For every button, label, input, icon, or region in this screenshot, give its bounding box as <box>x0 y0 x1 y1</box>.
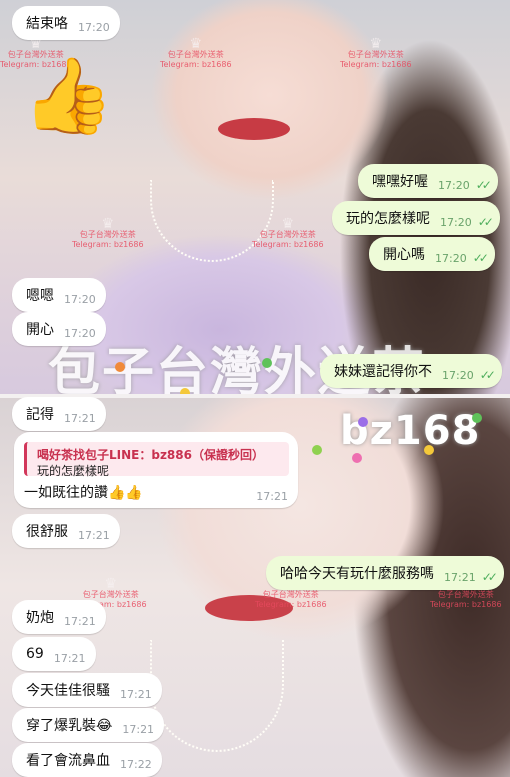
message-bubble-in[interactable]: 穿了爆乳裝😂 17:21 <box>12 708 165 742</box>
message-bubble-in[interactable]: 嗯嗯 17:20 <box>12 278 106 312</box>
message-bubble-out[interactable]: 妹妹還記得你不 17:20 ✓✓ <box>320 354 502 388</box>
double-check-icon: ✓✓ <box>477 215 494 229</box>
thumbs-up-sticker[interactable]: 👍 <box>22 50 114 142</box>
quoted-author: 喝好茶找包子LINE：bz886（保證秒回） <box>37 448 264 462</box>
double-check-icon: ✓✓ <box>475 178 492 192</box>
watermark-handle: bz168 <box>340 408 481 454</box>
message-bubble-out[interactable]: 嘿嘿好喔 17:20 ✓✓ <box>358 164 498 198</box>
message-bubble-in[interactable]: 69 17:21 <box>12 637 96 671</box>
message-bubble-out[interactable]: 開心嗎 17:20 ✓✓ <box>369 237 495 271</box>
decor-dot <box>352 453 362 463</box>
watermark-stamp: ♛包子台灣外送茶Telegram: bz1686 <box>72 216 144 249</box>
reply-text: 一如既往的讚👍👍 <box>24 485 143 501</box>
decor-dot <box>424 445 434 455</box>
message-bubble-out[interactable]: 哈哈今天有玩什麼服務嗎 17:21 ✓✓ <box>266 556 504 590</box>
photo-detail <box>218 118 290 140</box>
watermark-stamp: ♛包子台灣外送茶Telegram: bz1686 <box>252 216 324 249</box>
quoted-message[interactable]: 喝好茶找包子LINE：bz886（保證秒回） 玩的怎麼樣呢 <box>24 442 289 478</box>
message-bubble-in[interactable]: 奶炮 17:21 <box>12 600 106 634</box>
message-bubble-in[interactable]: 很舒服 17:21 <box>12 514 120 548</box>
watermark-stamp: ♛包子台灣外送茶Telegram: bz1686 <box>160 36 232 69</box>
double-check-icon: ✓✓ <box>481 570 498 584</box>
decor-dot <box>358 417 368 427</box>
quoted-text: 玩的怎麼樣呢 <box>37 464 110 478</box>
double-check-icon: ✓✓ <box>472 251 489 265</box>
message-bubble-in[interactable]: 開心 17:20 <box>12 312 106 346</box>
double-check-icon: ✓✓ <box>479 368 496 382</box>
message-bubble-out[interactable]: 玩的怎麼樣呢 17:20 ✓✓ <box>332 201 500 235</box>
decor-dot <box>115 362 125 372</box>
message-bubble-in[interactable]: 結束咯 17:20 <box>12 6 120 40</box>
decor-dot <box>262 358 272 368</box>
decor-dot <box>312 445 322 455</box>
message-bubble-in[interactable]: 記得 17:21 <box>12 397 106 431</box>
watermark-stamp: ♛包子台灣外送茶Telegram: bz1686 <box>340 36 412 69</box>
reply-time: 17:21 <box>256 490 288 503</box>
decor-dot <box>472 413 482 423</box>
photo-detail <box>150 640 284 752</box>
message-bubble-in[interactable]: 看了會流鼻血 17:22 <box>12 743 162 777</box>
reply-message-bubble[interactable]: 喝好茶找包子LINE：bz886（保證秒回） 玩的怎麼樣呢 一如既往的讚👍👍 1… <box>14 432 298 508</box>
message-bubble-in[interactable]: 今天佳佳很騷 17:21 <box>12 673 162 707</box>
